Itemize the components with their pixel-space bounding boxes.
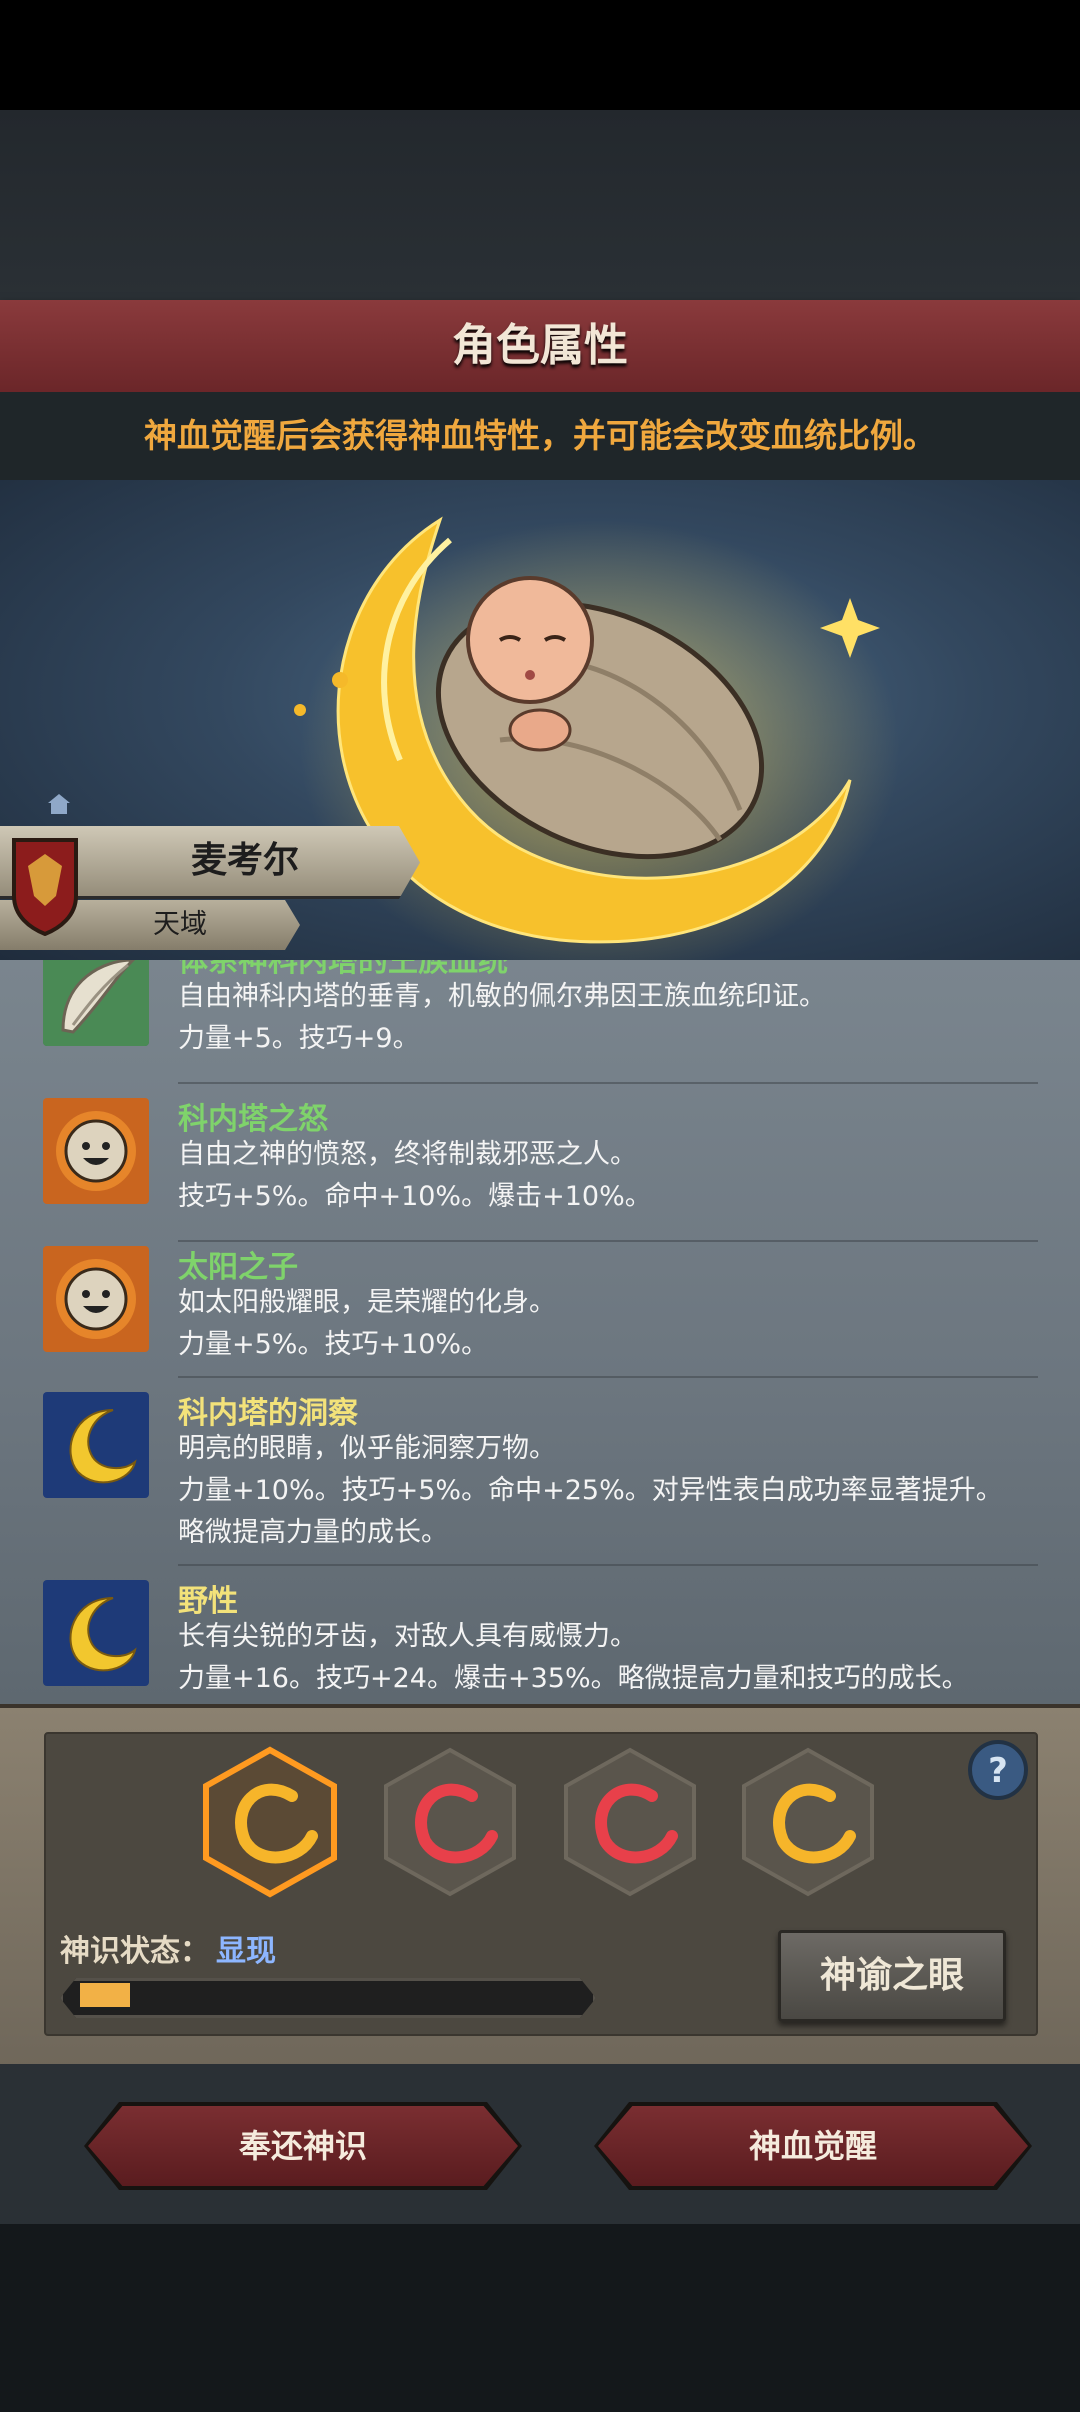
divider <box>178 1240 1038 1242</box>
status-label: 神识状态： <box>60 1934 210 1969</box>
sun-face-icon <box>43 1098 149 1204</box>
divine-slot-4[interactable] <box>738 1746 878 1898</box>
page-subtitle: 神血觉醒后会获得神血特性，并可能会改变血统比例。 <box>144 416 936 455</box>
trait-description: 明亮的眼睛，似乎能洞察万物。 <box>178 1433 556 1464</box>
page-title: 角色属性 <box>452 320 628 371</box>
trait-description: 自由之神的愤怒，终将制裁邪恶之人。 <box>178 1139 637 1170</box>
trait-list[interactable]: 体系神科内塔的王族血统 自由神科内塔的垂青，机敏的佩尔弗因王族血统印证。 力量+… <box>0 960 1080 1704</box>
blood-awaken-button[interactable]: 神血觉醒 <box>598 2106 1028 2186</box>
status-bar <box>0 0 1080 110</box>
divine-slot-3[interactable] <box>560 1746 700 1898</box>
trait-stats: 技巧+5%。命中+10%。爆击+10%。 <box>178 1181 652 1212</box>
golden-moon-icon <box>43 1580 149 1686</box>
return-divine-button[interactable]: 奉还神识 <box>88 2106 518 2186</box>
trait-stats: 力量+5%。技巧+10%。 <box>178 1329 489 1360</box>
help-icon[interactable]: ? <box>966 1738 1030 1802</box>
svg-text:?: ? <box>988 1751 1008 1791</box>
divider <box>178 1564 1038 1566</box>
background-top <box>0 110 1080 300</box>
trait-description: 长有尖锐的牙齿，对敌人具有威慑力。 <box>178 1621 637 1652</box>
lower-background <box>0 2224 1080 2412</box>
trait-description: 如太阳般耀眼，是荣耀的化身。 <box>178 1287 556 1318</box>
sun-face-icon <box>43 1246 149 1352</box>
divider <box>178 1082 1038 1084</box>
trait-description: 自由神科内塔的垂青，机敏的佩尔弗因王族血统印证。 <box>178 981 826 1012</box>
progress-bar-fill <box>80 1983 130 2007</box>
character-name: 麦考尔 <box>190 840 299 881</box>
progress-bar <box>60 1978 596 2018</box>
trait-stats: 力量+5。技巧+9。 <box>178 1023 420 1054</box>
character-realm: 天域 <box>153 909 207 940</box>
status-value: 显现 <box>216 1934 276 1969</box>
divine-slot-2[interactable] <box>380 1746 520 1898</box>
family-crest-icon <box>12 838 78 936</box>
trait-stats: 力量+16。技巧+24。爆击+35%。略微提高力量和技巧的成长。 <box>178 1663 969 1694</box>
divider <box>178 1376 1038 1378</box>
divine-slot-1[interactable] <box>200 1746 340 1898</box>
trait-stats: 力量+10%。技巧+5%。命中+25%。对异性表白成功率显著提升。 <box>178 1475 1003 1506</box>
home-icon <box>48 794 70 814</box>
golden-moon-icon <box>43 1392 149 1498</box>
trait-stats-extra: 略微提高力量的成长。 <box>178 1517 448 1548</box>
oracle-eye-button[interactable]: 神谕之眼 <box>778 1930 1006 2022</box>
white-feather-icon <box>43 960 149 1046</box>
